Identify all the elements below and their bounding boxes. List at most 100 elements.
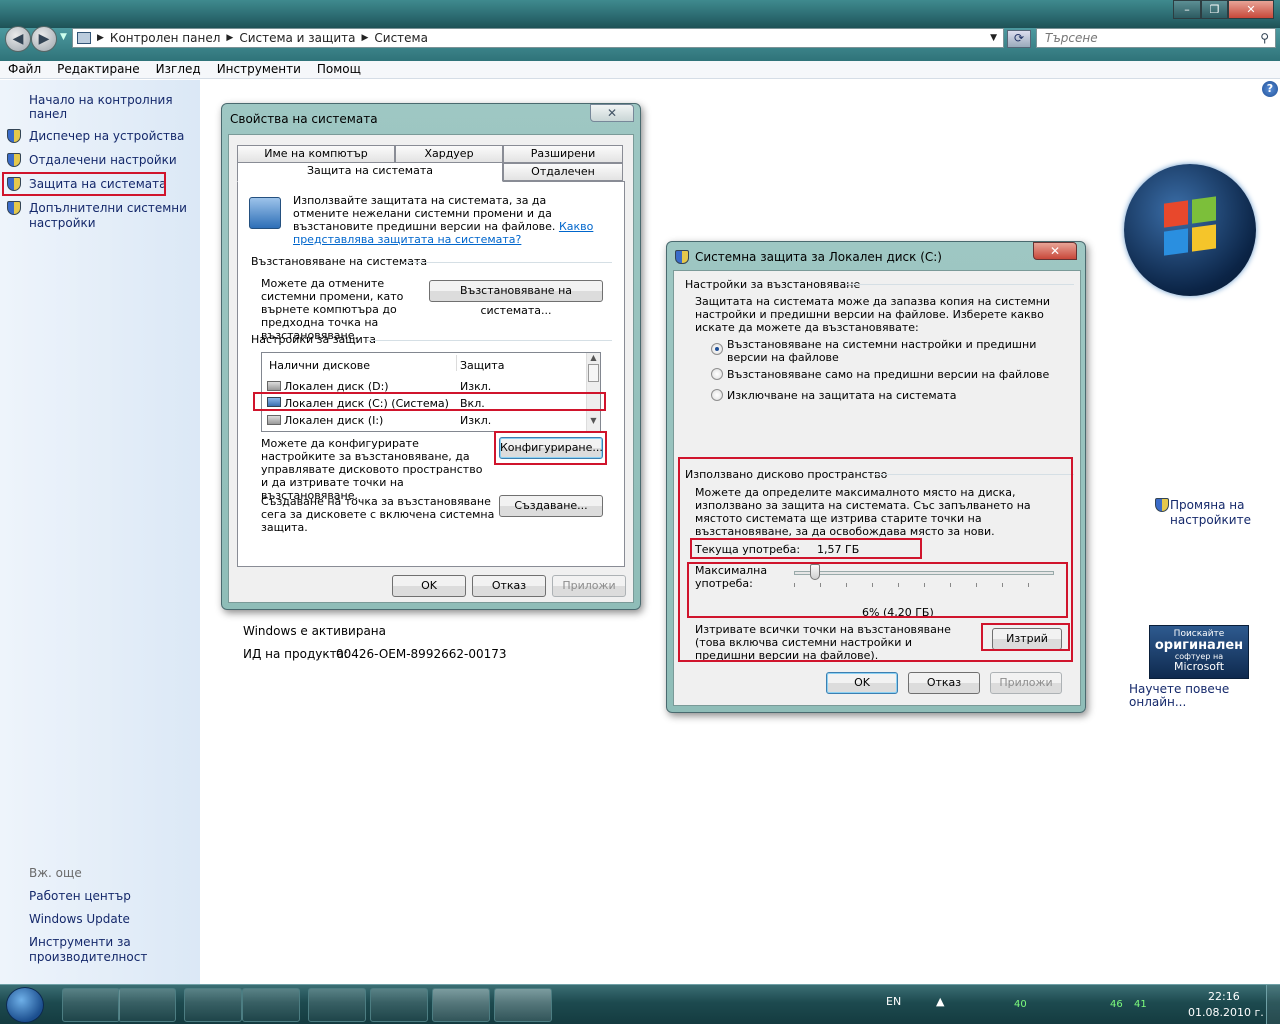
close-button[interactable]: ✕ — [1228, 0, 1274, 19]
search-icon[interactable]: ⚲ — [1260, 29, 1269, 47]
close-icon[interactable]: ✕ — [590, 104, 634, 122]
system-protection-icon — [249, 197, 281, 229]
clock-time[interactable]: 22:16 — [1208, 990, 1240, 1003]
start-button[interactable] — [6, 987, 44, 1023]
action-center-link[interactable]: Работен център — [29, 889, 131, 903]
tab-computer-name[interactable]: Име на компютър — [237, 145, 395, 163]
delete-button[interactable]: Изтрий — [992, 628, 1062, 650]
minimize-button[interactable]: – — [1173, 0, 1201, 19]
menu-file[interactable]: Файл — [0, 61, 49, 78]
drive-d-name[interactable]: Локален диск (D:) — [284, 380, 389, 393]
menu-help[interactable]: Помощ — [309, 61, 369, 78]
divider — [404, 262, 612, 263]
option-turn-off[interactable]: Изключване на защитата на системата — [727, 389, 957, 402]
taskbar-control-panel-icon[interactable] — [432, 988, 490, 1022]
current-usage-value: 1,57 ГБ — [817, 543, 860, 556]
menu-bar: Файл Редактиране Изглед Инструменти Помо… — [0, 61, 1280, 79]
max-usage-slider[interactable] — [794, 564, 1054, 580]
remote-settings-link[interactable]: Отдалечени настройки — [29, 153, 177, 167]
drives-list[interactable]: Налични дискове Защита ▲ ▼ Локален диск … — [261, 352, 601, 432]
performance-tools-link[interactable]: Инструменти за производителност — [29, 935, 179, 965]
list-scrollbar[interactable]: ▲ ▼ — [586, 353, 600, 431]
taskbar-explorer-icon[interactable] — [184, 988, 242, 1022]
shield-icon — [7, 129, 21, 143]
restore-settings-text: Защитата на системата може да запазва ко… — [695, 295, 1051, 334]
taskbar-ie-icon[interactable] — [62, 988, 120, 1022]
option-restore-files[interactable]: Възстановяване само на предишни версии н… — [727, 368, 1049, 381]
window-titlebar: – ❐ ✕ — [0, 0, 1280, 28]
genuine-line2: оригинален — [1154, 638, 1244, 653]
dialog-title: Системна защита за Локален диск (C:) — [695, 250, 942, 264]
shield-icon — [675, 250, 689, 264]
apply-button[interactable]: Приложи — [552, 575, 626, 597]
address-input[interactable]: ▶ Контролен панел ▶ Система и защита ▶ С… — [72, 28, 1004, 48]
radio-restore-all[interactable] — [711, 343, 723, 355]
divider — [846, 284, 1074, 285]
maximize-button[interactable]: ❐ — [1201, 0, 1228, 19]
menu-edit[interactable]: Редактиране — [49, 61, 148, 78]
slider-thumb[interactable] — [810, 564, 820, 580]
col-drives-header[interactable]: Налични дискове — [269, 359, 370, 372]
genuine-microsoft-badge[interactable]: Поискайте оригинален софтуер на Microsof… — [1149, 625, 1249, 679]
radio-restore-files[interactable] — [711, 368, 723, 380]
clock-date[interactable]: 01.08.2010 г. — [1188, 1006, 1264, 1019]
taskbar-flashget-icon[interactable] — [370, 988, 428, 1022]
back-icon[interactable]: ◀ — [5, 26, 31, 52]
breadcrumb-control-panel[interactable]: Контролен панел — [110, 31, 220, 45]
tab-remote[interactable]: Отдалечен — [503, 163, 623, 181]
tab-hardware[interactable]: Хардуер — [395, 145, 503, 163]
drive-i-state: Изкл. — [460, 414, 492, 427]
ok-button[interactable]: OK — [826, 672, 898, 694]
drive-icon — [267, 415, 281, 425]
col-protection-header[interactable]: Защита — [460, 359, 504, 372]
tab-advanced[interactable]: Разширени — [503, 145, 623, 163]
change-settings-link[interactable]: Промяна на настройките — [1170, 498, 1260, 528]
drive-i-name[interactable]: Локален диск (I:) — [284, 414, 383, 427]
breadcrumb-system-security[interactable]: Система и защита — [239, 31, 355, 45]
system-restore-button[interactable]: Възстановяване на системата... — [429, 280, 603, 317]
system-protection-link[interactable]: Защита на системата — [29, 177, 166, 191]
language-indicator[interactable]: EN — [886, 995, 901, 1008]
menu-tools[interactable]: Инструменти — [209, 61, 309, 78]
advanced-system-settings-link[interactable]: Допълнителни системни настройки — [29, 201, 189, 231]
current-usage-label: Текуща употреба: — [695, 543, 801, 556]
menu-view[interactable]: Изглед — [148, 61, 209, 78]
option-restore-all[interactable]: Възстановяване на системни настройки и п… — [727, 338, 1057, 364]
taskbar-media-player-icon[interactable] — [118, 988, 176, 1022]
shield-icon — [7, 153, 21, 167]
forward-icon[interactable]: ▶ — [31, 26, 57, 52]
cancel-button[interactable]: Отказ — [908, 672, 980, 694]
max-usage-value: 6% (4,20 ГБ) — [862, 606, 934, 619]
create-button[interactable]: Създаване... — [499, 495, 603, 517]
left-task-pane: Начало на контролния панел Диспечер на у… — [0, 80, 200, 984]
learn-more-link[interactable]: Научете повече онлайн... — [1129, 683, 1280, 709]
help-icon[interactable]: ? — [1262, 81, 1278, 97]
product-id-label: ИД на продукта: — [243, 647, 349, 661]
device-manager-link[interactable]: Диспечер на устройства — [29, 129, 184, 143]
cancel-button[interactable]: Отказ — [472, 575, 546, 597]
close-icon[interactable]: ✕ — [1033, 242, 1077, 260]
address-dropdown-icon[interactable]: ▼ — [990, 33, 997, 43]
breadcrumb-system[interactable]: Система — [374, 31, 428, 45]
apply-button[interactable]: Приложи — [990, 672, 1062, 694]
configure-button[interactable]: Конфигуриране... — [499, 437, 603, 459]
taskbar-solitaire-icon[interactable] — [242, 988, 300, 1022]
refresh-icon[interactable]: ⟳ — [1007, 30, 1031, 48]
drive-c-name[interactable]: Локален диск (C:) (Система) — [284, 397, 449, 410]
history-dropdown-icon[interactable]: ▼ — [60, 32, 67, 42]
tab-system-protection[interactable]: Защита на системата — [237, 162, 503, 182]
tray-expand-icon[interactable]: ▲ — [936, 995, 944, 1008]
drive-icon — [267, 381, 281, 391]
delete-text: Изтривате всички точки на възстановяване… — [695, 623, 951, 662]
taskbar-system-icon[interactable] — [494, 988, 552, 1022]
system-properties-dialog: Свойства на системата ✕ Име на компютър … — [221, 103, 641, 610]
system-drive-icon — [267, 397, 281, 407]
ok-button[interactable]: OK — [392, 575, 466, 597]
taskbar-utorrent-icon[interactable] — [308, 988, 366, 1022]
restore-group-label: Възстановяване на системата — [251, 255, 428, 268]
search-input[interactable]: Търсене ⚲ — [1036, 28, 1276, 48]
radio-turn-off[interactable] — [711, 389, 723, 401]
show-desktop-button[interactable] — [1266, 985, 1280, 1024]
windows-update-link[interactable]: Windows Update — [29, 912, 130, 926]
control-panel-home-link[interactable]: Начало на контролния панел — [29, 93, 200, 121]
